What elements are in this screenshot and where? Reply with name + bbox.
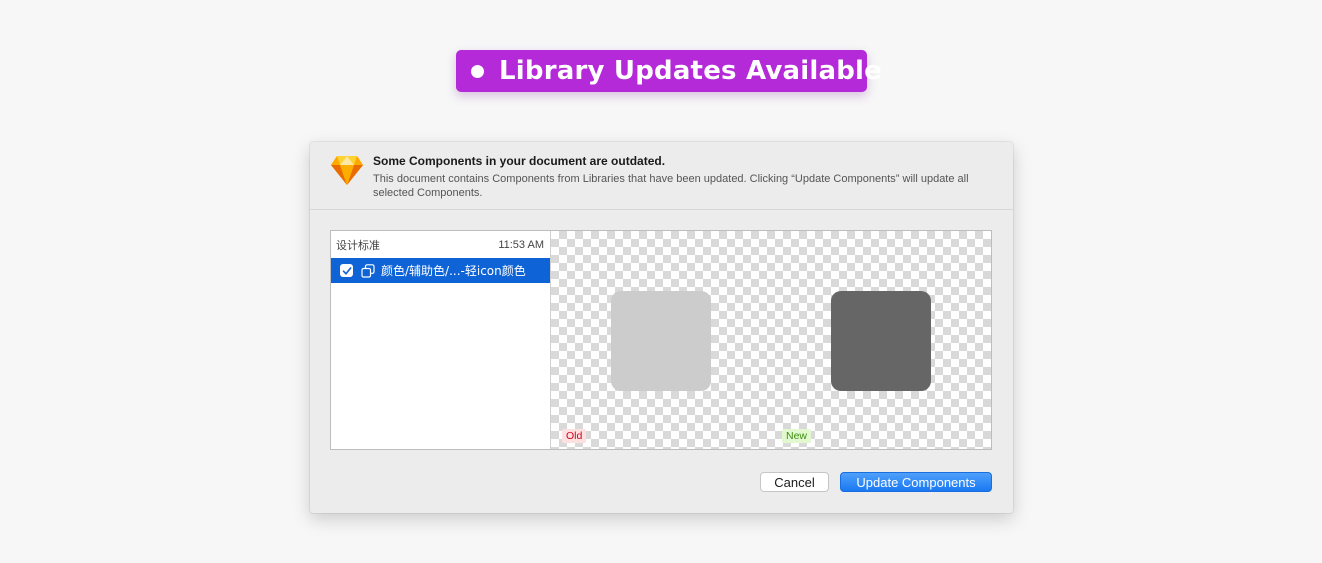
new-preview: New	[771, 231, 991, 449]
library-name: 设计标准	[336, 239, 380, 252]
badge-label: Library Updates Available	[499, 56, 882, 86]
update-components-dialog: Some Components in your document are out…	[310, 142, 1013, 513]
old-color-swatch	[611, 291, 711, 391]
component-list: 设计标准 11:53 AM 颜色/辅助色/...-轻icon颜色	[331, 231, 551, 449]
new-color-swatch	[831, 291, 931, 391]
list-item[interactable]: 颜色/辅助色/...-轻icon颜色	[331, 258, 550, 283]
library-updates-badge: Library Updates Available	[456, 50, 882, 92]
cancel-button[interactable]: Cancel	[760, 472, 829, 492]
old-preview: Old	[551, 231, 771, 449]
components-panel: 设计标准 11:53 AM 颜色/辅助色/...-轻icon颜色 Old New	[330, 230, 992, 450]
item-label: 颜色/辅助色/...-轻icon颜色	[381, 264, 526, 278]
old-tag: Old	[562, 429, 587, 443]
library-update-time: 11:53 AM	[498, 238, 544, 251]
dialog-description: This document contains Components from L…	[373, 173, 969, 199]
status-dot-icon	[471, 64, 484, 78]
dialog-header: Some Components in your document are out…	[310, 142, 1013, 210]
library-header: 设计标准 11:53 AM	[331, 231, 550, 258]
new-tag: New	[782, 429, 812, 443]
item-checkbox[interactable]	[340, 264, 353, 277]
preview-area: Old New	[551, 231, 991, 449]
update-components-button[interactable]: Update Components	[840, 472, 992, 492]
dialog-title: Some Components in your document are out…	[373, 154, 666, 168]
sketch-diamond-icon	[331, 156, 363, 185]
component-icon	[361, 263, 375, 278]
checkmark-icon	[342, 266, 351, 275]
page: Library Updates Available Some Component…	[0, 0, 1322, 563]
